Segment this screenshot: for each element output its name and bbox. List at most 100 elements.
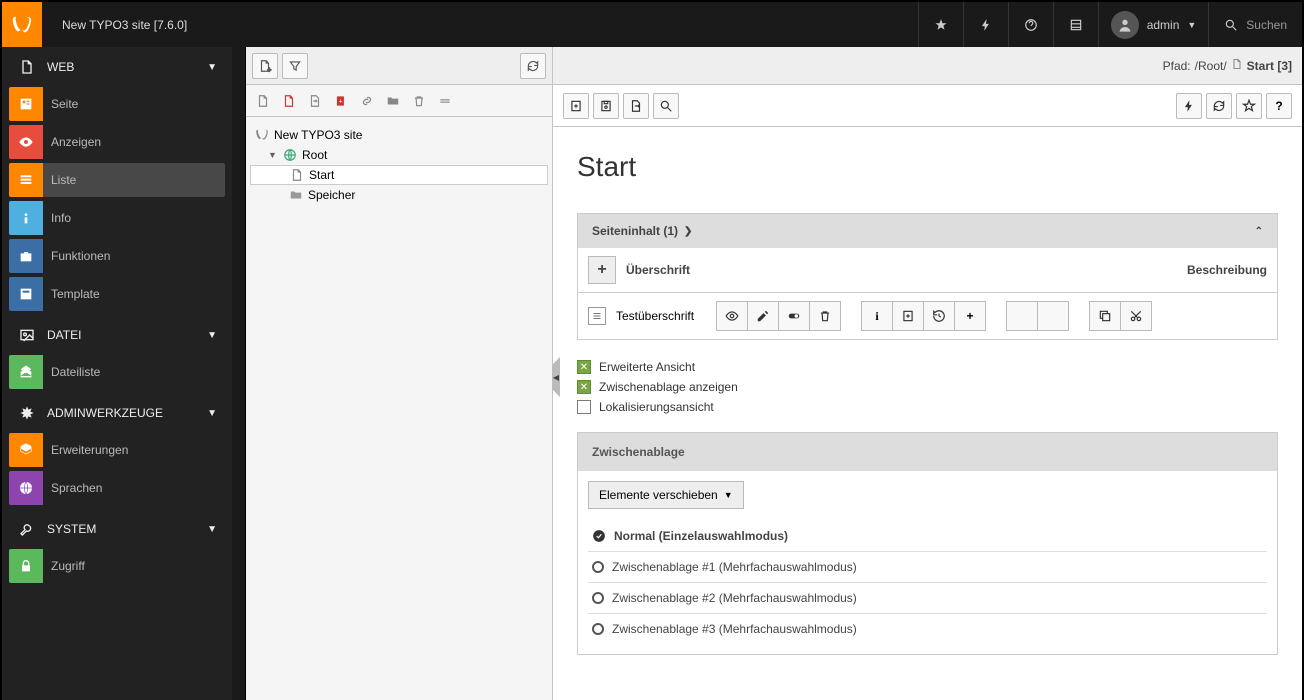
new-after-button[interactable]: + <box>954 301 986 331</box>
row-actions-secondary: i + <box>861 301 986 331</box>
hide-button[interactable] <box>778 301 810 331</box>
typo3-logo[interactable] <box>2 2 42 47</box>
content-element-icon <box>588 307 606 325</box>
refresh-tree-button[interactable] <box>520 53 546 79</box>
tree-node-start[interactable]: Start <box>250 165 548 185</box>
doc-plus-icon[interactable]: + <box>330 88 352 114</box>
sidebar-item-template[interactable]: Template <box>9 277 225 311</box>
tree-node-speicher[interactable]: Speicher <box>250 185 548 205</box>
filter-button[interactable] <box>282 53 308 79</box>
group-icon <box>17 327 37 343</box>
module-icon <box>9 471 43 505</box>
check-clipboard[interactable]: ✕ Zwischenablage anzeigen <box>577 380 1278 394</box>
help-button[interactable] <box>1008 2 1053 47</box>
sidebar-item-erweiterungen[interactable]: Erweiterungen <box>9 433 225 467</box>
sidebar-group-system[interactable]: SYSTEM▼ <box>2 509 232 549</box>
cache-flash-button[interactable] <box>1176 93 1202 119</box>
clipboard-item-2[interactable]: Zwischenablage #2 (Mehrfachauswahlmodus) <box>588 582 1267 613</box>
doc-red-icon[interactable] <box>278 88 300 114</box>
tree-toggle-icon[interactable]: ▼ <box>268 150 278 160</box>
clipboard-mode-dropdown[interactable]: Elemente verschieben ▼ <box>588 481 744 509</box>
check-localization[interactable]: Lokalisierungsansicht <box>577 400 1278 414</box>
folder-icon[interactable] <box>382 88 404 114</box>
sidebar-group-web[interactable]: WEB▼ <box>2 47 232 87</box>
move-button[interactable] <box>892 301 924 331</box>
add-record-button[interactable]: + <box>588 256 616 284</box>
clipboard-item-normal[interactable]: Normal (Einzelauswahlmodus) <box>588 521 1267 551</box>
context-help-button[interactable]: ? <box>1266 93 1292 119</box>
user-menu[interactable]: admin ▼ <box>1098 2 1209 47</box>
module-icon <box>9 87 43 121</box>
module-sidebar: WEB▼Seite Anzeigen Liste Info Funktionen Temp… <box>2 47 232 700</box>
sidebar-item-dateiliste[interactable]: Dateiliste <box>9 355 225 389</box>
clipboard-item-1[interactable]: Zwischenablage #1 (Mehrfachauswahlmodus) <box>588 551 1267 582</box>
row-title[interactable]: Testüberschrift <box>616 309 706 323</box>
sidebar-item-liste[interactable]: Liste <box>9 163 225 197</box>
panel-title: Seiteninhalt (1) <box>592 224 678 238</box>
delete-button[interactable] <box>809 301 841 331</box>
sidebar-group-adminwerkzeuge[interactable]: ADMINWERKZEUGE▼ <box>2 393 232 433</box>
search-box[interactable]: Suchen <box>1208 2 1302 47</box>
sidebar-item-zugriff[interactable]: Zugriff <box>9 549 225 583</box>
export-button[interactable] <box>623 93 649 119</box>
sidebar-item-anzeigen[interactable]: Anzeigen <box>9 125 225 159</box>
move-down-button[interactable] <box>1037 301 1069 331</box>
sidebar-item-sprachen[interactable]: Sprachen <box>9 471 225 505</box>
chevron-down-icon: ▼ <box>1187 20 1196 30</box>
sidebar-scrollbar[interactable] <box>232 47 246 700</box>
radio-off-icon <box>592 592 604 604</box>
tree-root[interactable]: New TYPO3 site <box>250 125 548 145</box>
doc-icon[interactable] <box>252 88 274 114</box>
reload-button[interactable] <box>1206 93 1232 119</box>
application-button[interactable] <box>1053 2 1098 47</box>
bookmark-button[interactable] <box>918 2 963 47</box>
module-icon <box>9 201 43 235</box>
check-circle-icon <box>592 529 606 543</box>
radio-off-icon <box>592 561 604 573</box>
new-page-button[interactable]: + <box>252 53 278 79</box>
trash-icon[interactable] <box>408 88 430 114</box>
cache-button[interactable] <box>963 2 1008 47</box>
group-icon <box>17 405 37 421</box>
bookmark-page-button[interactable] <box>1236 93 1262 119</box>
view-button[interactable] <box>716 301 748 331</box>
checkbox-on-icon: ✕ <box>577 360 591 374</box>
history-button[interactable] <box>923 301 955 331</box>
sidebar-item-seite[interactable]: Seite <box>9 87 225 121</box>
chevron-down-icon: ▼ <box>207 524 217 535</box>
divider-icon[interactable] <box>434 88 456 114</box>
content-toolbar: ? <box>553 85 1302 127</box>
panel-header[interactable]: Seiteninhalt (1) ❯ ⌃ <box>578 214 1277 248</box>
check-extended[interactable]: ✕ Erweiterte Ansicht <box>577 360 1278 374</box>
module-icon <box>9 239 43 273</box>
sidebar-item-funktionen[interactable]: Funktionen <box>9 239 225 273</box>
search-records-button[interactable] <box>653 93 679 119</box>
new-record-button[interactable] <box>563 93 589 119</box>
cut-button[interactable] <box>1120 301 1152 331</box>
page-icon <box>289 167 305 183</box>
module-icon <box>9 163 43 197</box>
save-view-button[interactable] <box>593 93 619 119</box>
content-panel: Seiteninhalt (1) ❯ ⌃ + Überschrift Besch… <box>577 213 1278 340</box>
doc-arrow-icon[interactable] <box>304 88 326 114</box>
module-icon <box>9 125 43 159</box>
checkbox-off-icon <box>577 400 591 414</box>
clipboard-item-3[interactable]: Zwischenablage #3 (Mehrfachauswahlmodus) <box>588 613 1267 644</box>
svg-text:+: + <box>267 66 271 72</box>
tree-node-label: Root <box>302 148 327 162</box>
sidebar-item-info[interactable]: Info <box>9 201 225 235</box>
module-icon <box>9 277 43 311</box>
avatar-icon <box>1111 11 1139 39</box>
edit-button[interactable] <box>747 301 779 331</box>
col-desc: Beschreibung <box>1187 263 1267 277</box>
tree-toolbar-primary: + <box>246 47 552 85</box>
move-up-button[interactable] <box>1006 301 1038 331</box>
sidebar-group-datei[interactable]: DATEI▼ <box>2 315 232 355</box>
copy-button[interactable] <box>1089 301 1121 331</box>
svg-text:+: + <box>339 98 343 105</box>
info-button[interactable]: i <box>861 301 893 331</box>
link-icon[interactable] <box>356 88 378 114</box>
site-title: New TYPO3 site [7.6.0] <box>42 18 207 32</box>
tree-node-root[interactable]: ▼ Root <box>250 145 548 165</box>
tree-node-label: Speicher <box>308 188 355 202</box>
